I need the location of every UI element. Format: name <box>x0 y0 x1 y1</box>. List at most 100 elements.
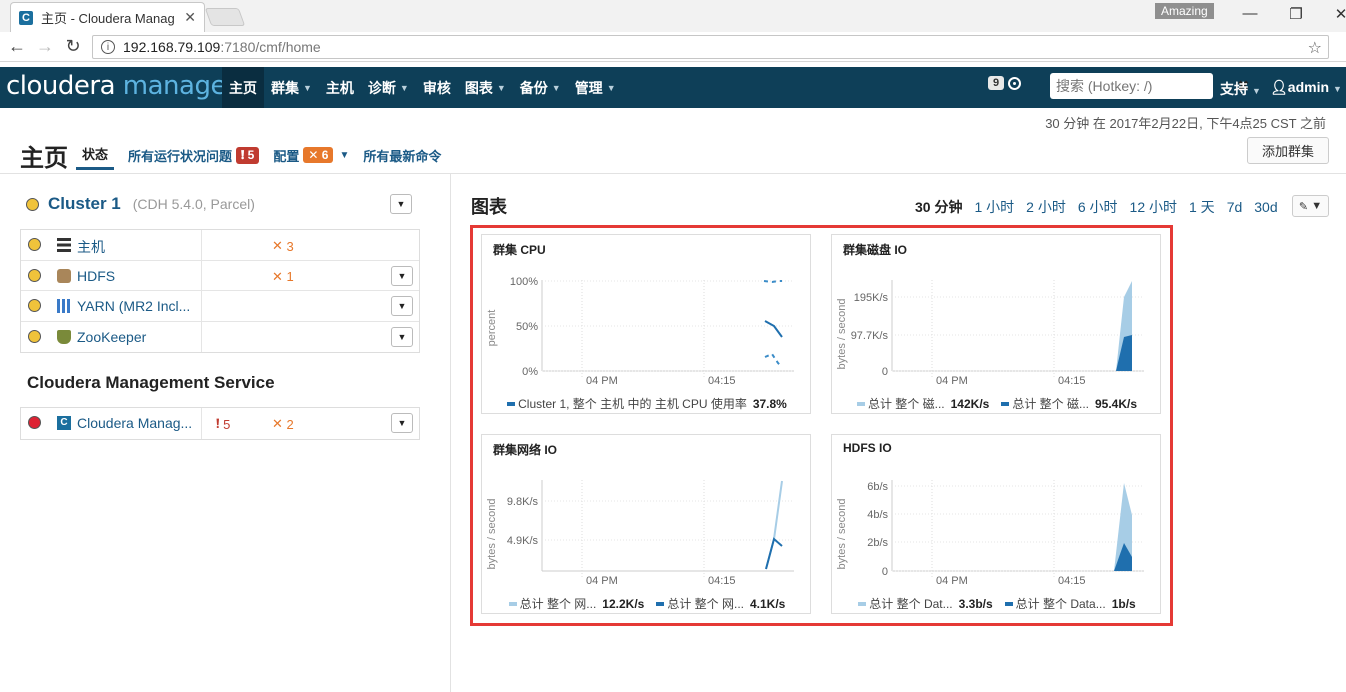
service-name-link[interactable]: ZooKeeper <box>77 329 199 345</box>
chart-plot: bytes / second 195K/s 97.7K/s 0 04 PM 04:15 <box>836 280 1144 387</box>
x-tick-label: 04:15 <box>1058 575 1086 587</box>
service-actions-dropdown[interactable]: ▼ <box>391 326 413 347</box>
chevron-down-icon: ▼ <box>606 82 616 93</box>
url-path: :7180/cmf/home <box>220 39 321 55</box>
time-range-option[interactable]: 12 小时 <box>1130 197 1177 217</box>
config-issues-link[interactable]: ✕ 1 <box>272 269 294 285</box>
nav-item-6[interactable]: 备份 ▼ <box>513 67 568 108</box>
window-close-icon[interactable]: ✕ <box>1331 5 1346 23</box>
legend-item[interactable]: 总计 整个 Dat... 3.3b/s <box>858 595 993 612</box>
cms-title: Cloudera Management Service <box>27 373 275 392</box>
legend-item[interactable]: 总计 整个 网... 12.2K/s <box>508 595 644 612</box>
service-name-link[interactable]: YARN (MR2 Incl... <box>77 298 199 314</box>
config-count: 2 <box>286 416 294 432</box>
nav-item-label: 图表 <box>464 79 493 96</box>
support-menu[interactable]: 支持 ▼ <box>1220 79 1261 99</box>
nav-item-label: 备份 <box>519 79 548 96</box>
tab-recent-commands[interactable]: 所有最新命令 <box>363 146 441 169</box>
series-group <box>763 280 783 367</box>
y-tick-label: 0 <box>882 566 888 578</box>
legend-item[interactable]: 总计 整个 磁... 95.4K/s <box>1001 395 1137 412</box>
browser-tab[interactable]: C 主页 - Cloudera Manag ✕ <box>10 2 205 32</box>
chevron-down-icon[interactable]: ▼ <box>339 150 349 161</box>
service-name-link[interactable]: 主机 <box>77 237 199 257</box>
cluster-actions-dropdown[interactable]: ▼ <box>390 194 412 214</box>
nav-item-0[interactable]: 主页 <box>222 67 264 108</box>
chart-legend: 总计 整个 Dat... 3.3b/s 总计 整个 Data... 1b/s <box>832 595 1162 612</box>
service-name-link[interactable]: Cloudera Manag... <box>77 415 199 431</box>
tab-health-issues[interactable]: 所有运行状况问题 ❗︎ 5 <box>128 146 260 169</box>
service-actions-dropdown[interactable]: ▼ <box>391 265 413 286</box>
chart-card[interactable]: HDFS IO bytes / second 6b/s 4b/s 2b/s 0 04 PM 0… <box>831 434 1161 614</box>
y-tick-label: 100% <box>510 276 538 288</box>
minimize-icon[interactable]: — <box>1240 5 1260 22</box>
nav-item-4[interactable]: 审核 <box>416 67 458 108</box>
chart-legend: 总计 整个 磁... 142K/s 总计 整个 磁... 95.4K/s <box>832 395 1162 412</box>
service-actions-dropdown[interactable]: ▼ <box>391 296 413 316</box>
nav-item-7[interactable]: 管理 ▼ <box>568 67 623 108</box>
legend-series-name: 总计 整个 磁... <box>1012 397 1089 411</box>
search-input[interactable] <box>1056 78 1237 94</box>
back-arrow-icon[interactable]: ← <box>6 36 28 57</box>
info-icon[interactable]: i <box>101 40 115 54</box>
chart-card[interactable]: 群集 CPU percent 100% 50% 0% 04 PM 04:15 Cluster … <box>481 234 811 414</box>
legend-series-name: 总计 整个 Dat... <box>869 597 953 611</box>
notifications[interactable]: 9 <box>988 76 1022 90</box>
config-issues-link[interactable]: ✕ 3 <box>272 238 294 254</box>
wrench-icon: ✕ <box>308 148 319 162</box>
restore-icon[interactable]: ❐ <box>1286 5 1306 23</box>
y-tick-label: 0% <box>522 366 538 378</box>
table-row: HDFS ✕ 1 ▼ <box>21 260 419 291</box>
close-icon[interactable]: ✕ <box>184 9 196 26</box>
new-tab-button[interactable] <box>204 8 246 26</box>
chevron-down-icon: ▼ <box>1311 200 1323 212</box>
x-tick-label: 04 PM <box>936 575 968 587</box>
forward-arrow-icon[interactable]: → <box>34 36 56 57</box>
edit-charts-button[interactable]: ✎ ▼ <box>1292 195 1329 217</box>
profile-badge[interactable]: Amazing <box>1155 3 1214 19</box>
health-issues-link[interactable]: ❗︎ 5 <box>216 416 230 432</box>
time-range-option[interactable]: 7d <box>1227 199 1243 215</box>
support-label: 支持 <box>1220 81 1248 97</box>
chart-plot: percent 100% 50% 0% 04 PM 04:15 <box>486 276 794 387</box>
tab-status[interactable]: 状态 <box>76 144 115 170</box>
time-range-option[interactable]: 6 小时 <box>1078 197 1118 217</box>
service-name-link[interactable]: HDFS <box>77 268 199 284</box>
chart-card[interactable]: 群集磁盘 IO bytes / second 195K/s 97.7K/s 0 04 PM… <box>831 234 1161 414</box>
yarn-icon <box>57 299 71 313</box>
time-range-option[interactable]: 1 天 <box>1189 197 1215 217</box>
legend-item[interactable]: 总计 整个 磁... 142K/s <box>856 395 989 412</box>
running-commands-icon[interactable] <box>1008 76 1022 90</box>
tab-configuration[interactable]: 配置 ✕ 6 ▼ <box>273 146 349 169</box>
y-tick-label: 195K/s <box>854 292 889 304</box>
bookmark-star-icon[interactable]: ☆ <box>1308 38 1322 58</box>
nav-item-2[interactable]: 主机 <box>319 67 361 108</box>
zookeeper-icon <box>57 329 71 344</box>
chart-card[interactable]: 群集网络 IO bytes / second 9.8K/s 4.9K/s 04 PM 04… <box>481 434 811 614</box>
service-actions-dropdown[interactable]: ▼ <box>391 413 413 433</box>
cluster-name-link[interactable]: Cluster 1 <box>48 194 121 214</box>
time-range-selector: 30 分钟 1 小时 2 小时 6 小时 12 小时 1 天 7d 30d <box>915 197 1290 217</box>
cloudera-manager-logo[interactable]: cloudera manager <box>6 71 237 101</box>
hosts-icon <box>57 238 71 252</box>
time-range-option[interactable]: 30d <box>1254 199 1277 215</box>
time-range-label[interactable]: 30 分钟 在 2017年2月22日, 下午4点25 CST 之前 <box>1045 113 1326 132</box>
add-cluster-button[interactable]: 添加群集 <box>1247 137 1329 164</box>
time-range-option[interactable]: 30 分钟 <box>915 197 962 217</box>
legend-item[interactable]: 总计 整个 网... 4.1K/s <box>656 595 785 612</box>
health-count: 5 <box>247 148 255 162</box>
user-menu[interactable]: 👤︎admin ▼ <box>1270 79 1342 96</box>
url-input[interactable]: i 192.168.79.109:7180/cmf/home ☆ <box>92 35 1329 59</box>
nav-item-3[interactable]: 诊断 ▼ <box>361 67 416 108</box>
time-range-option[interactable]: 1 小时 <box>974 197 1014 217</box>
reload-icon[interactable]: ↻ <box>62 36 84 57</box>
tab-status-label: 状态 <box>82 147 109 162</box>
legend-item[interactable]: Cluster 1, 整个 主机 中的 主机 CPU 使用率 37.8% <box>507 395 787 412</box>
user-icon: 👤︎ <box>1270 79 1288 95</box>
time-range-option[interactable]: 2 小时 <box>1026 197 1066 217</box>
legend-item[interactable]: 总计 整个 Data... 1b/s <box>1004 595 1136 612</box>
nav-item-5[interactable]: 图表 ▼ <box>458 67 513 108</box>
wrench-icon: ✕ <box>272 268 283 284</box>
config-issues-link[interactable]: ✕ 2 <box>272 416 294 432</box>
nav-item-1[interactable]: 群集 ▼ <box>264 67 319 108</box>
